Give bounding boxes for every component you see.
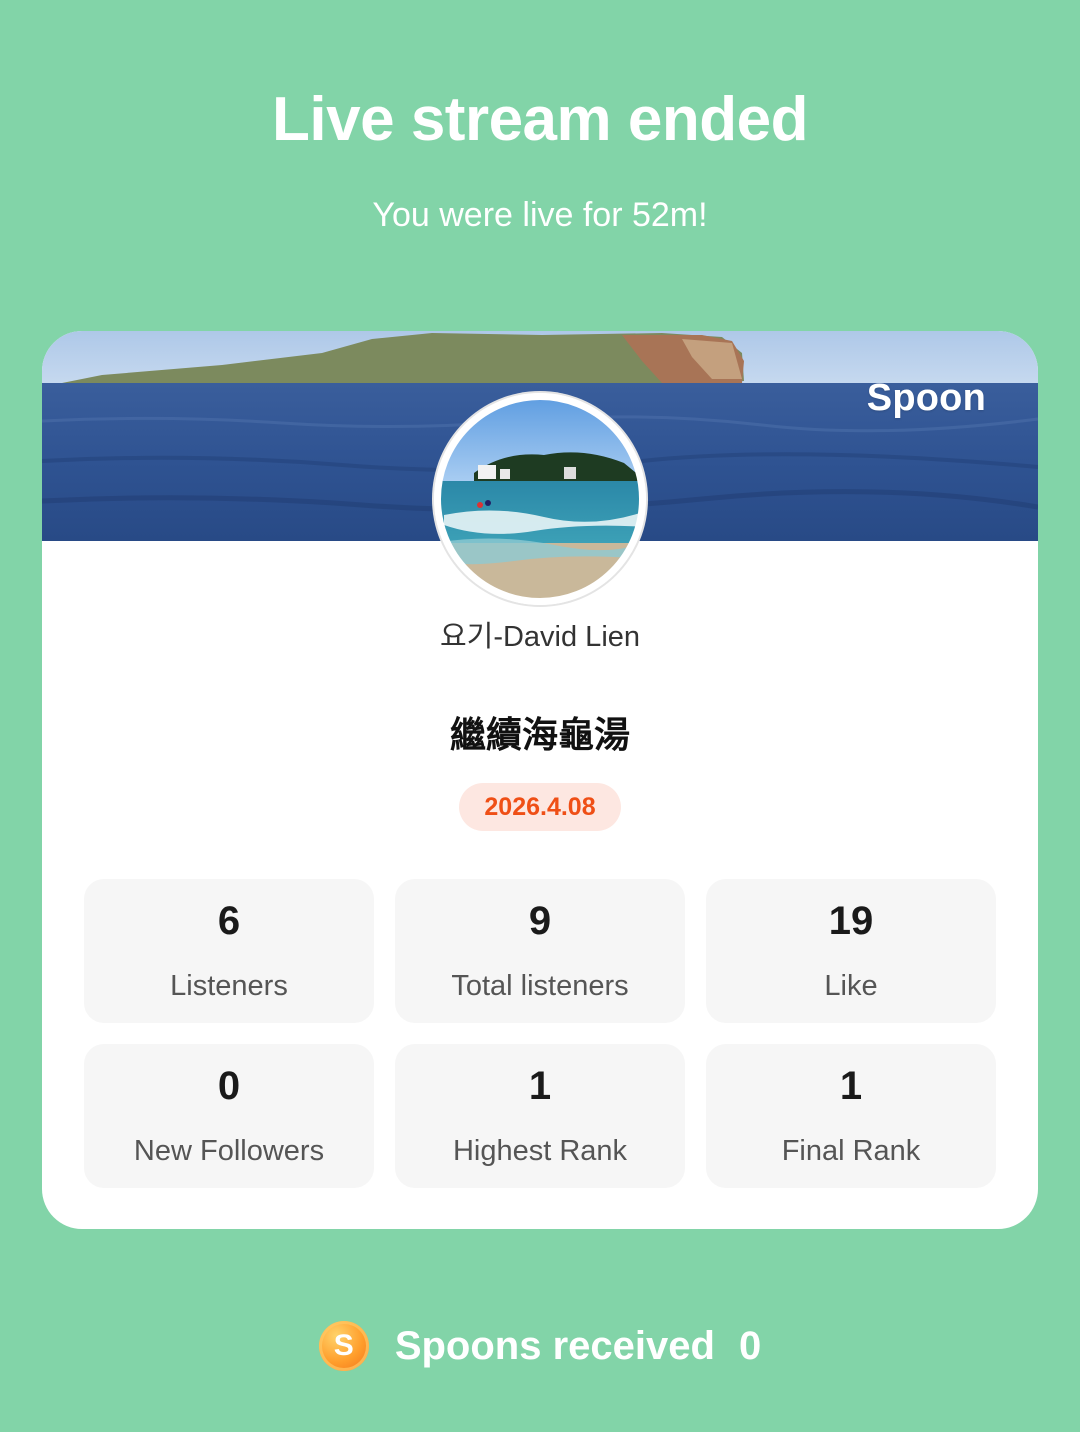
- stat-label: Total listeners: [451, 970, 629, 1002]
- username: 요기-David Lien: [439, 621, 641, 653]
- live-ended-screen: Live stream ended You were live for 52m!: [0, 0, 1080, 1432]
- stat-label: New Followers: [133, 1135, 325, 1167]
- avatar[interactable]: [434, 393, 646, 605]
- stat-label: Final Rank: [781, 1135, 921, 1167]
- stat-final-rank: 1 Final Rank: [706, 1044, 996, 1188]
- spoons-label: Spoons received: [394, 1323, 715, 1368]
- live-duration-text: You were live for 52m!: [372, 196, 708, 234]
- stat-value: 0: [217, 1064, 241, 1108]
- stat-new-followers: 0 New Followers: [84, 1044, 374, 1188]
- stat-value: 1: [528, 1064, 552, 1108]
- stat-like: 19 Like: [706, 879, 996, 1023]
- spoon-coin-icon: S: [318, 1321, 369, 1371]
- spoons-count: 0: [738, 1323, 762, 1368]
- date-badge: 2026.4.08: [459, 783, 621, 831]
- stream-title: 繼續海龜湯: [449, 714, 630, 755]
- stats-grid: 6 Listeners 9 Total listeners 19 Like 0 …: [84, 879, 996, 1188]
- summary-card: Spoon 요기-David Lien 繼續海龜湯 2026.4.08 6 Li…: [42, 331, 1038, 1229]
- spoons-received: S Spoons received 0: [0, 1318, 1080, 1374]
- stat-value: 19: [828, 899, 874, 943]
- stat-label: Listeners: [170, 970, 288, 1002]
- stat-highest-rank: 1 Highest Rank: [395, 1044, 685, 1188]
- page-title: Live stream ended: [272, 85, 808, 154]
- stat-value: 1: [839, 1064, 863, 1108]
- stat-listeners: 6 Listeners: [84, 879, 374, 1023]
- stat-label: Highest Rank: [452, 1135, 628, 1167]
- stat-total-listeners: 9 Total listeners: [395, 879, 685, 1023]
- stat-label: Like: [824, 970, 878, 1002]
- stat-value: 6: [217, 899, 241, 943]
- stat-value: 9: [528, 899, 552, 943]
- spoon-logo: Spoon: [866, 377, 986, 419]
